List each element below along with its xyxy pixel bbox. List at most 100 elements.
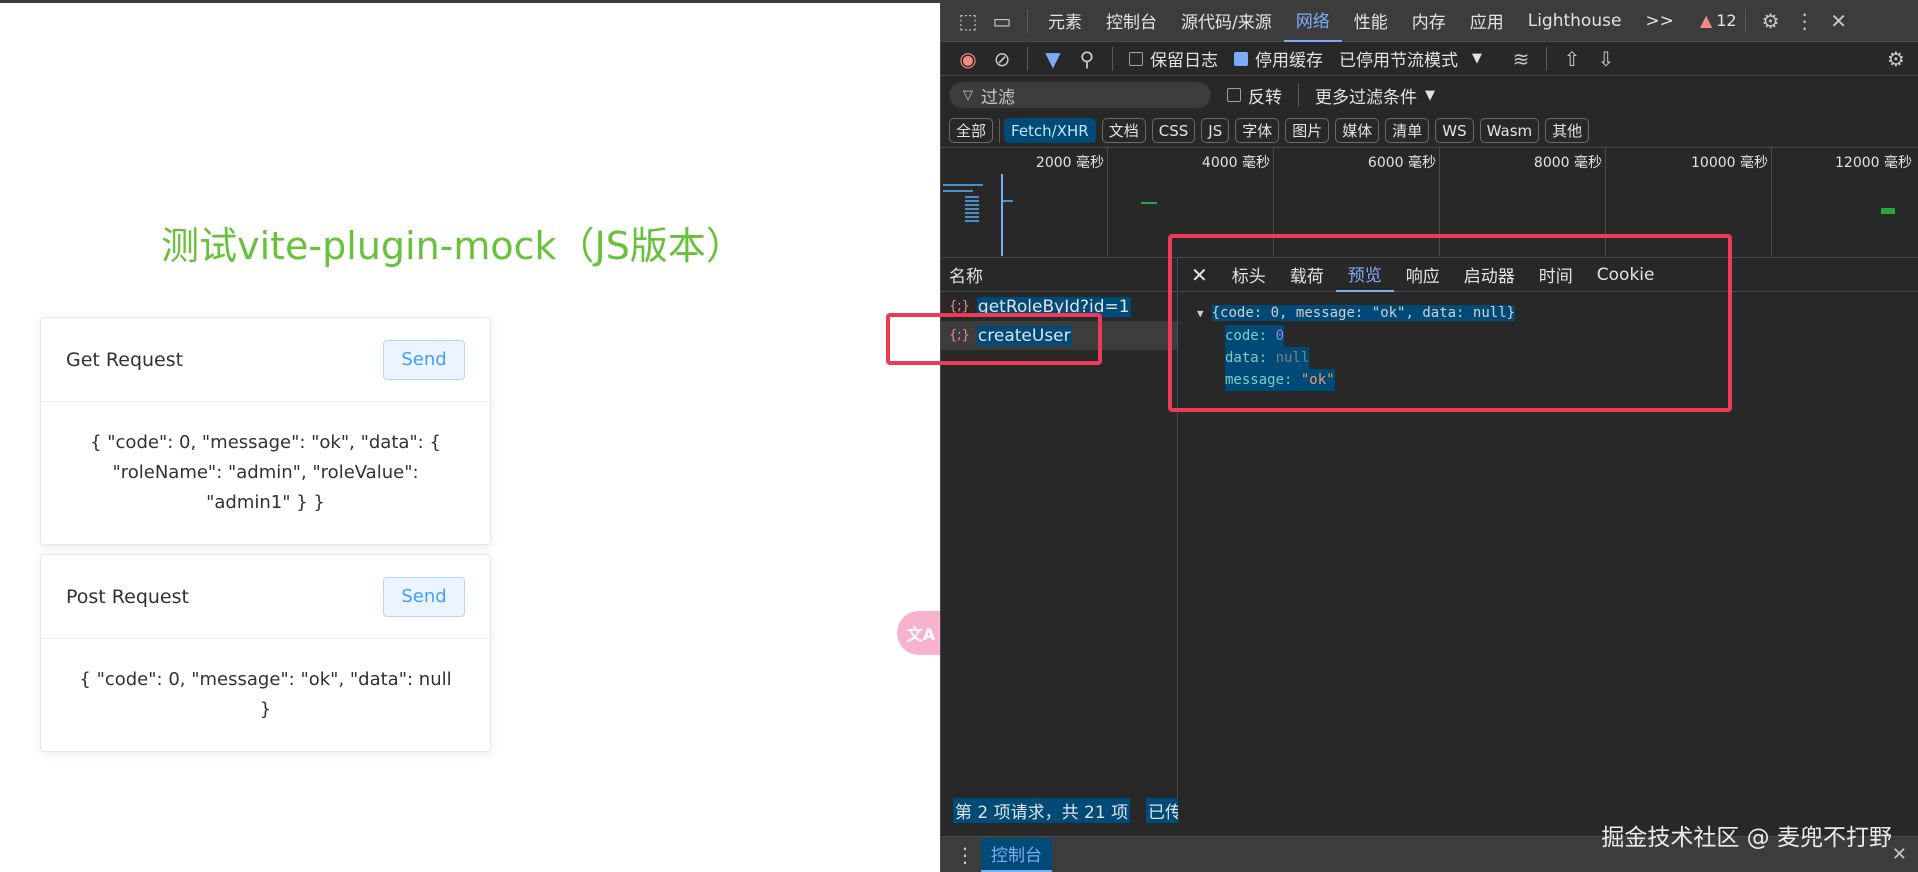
tab-memory[interactable]: 内存	[1400, 0, 1458, 42]
type-doc[interactable]: 文档	[1101, 118, 1146, 143]
annotation-box-request	[886, 313, 1102, 365]
get-send-button[interactable]: Send	[383, 339, 465, 380]
preserve-log-label: 保留日志	[1150, 51, 1218, 71]
tab-sources[interactable]: 源代码/来源	[1169, 0, 1284, 42]
more-filters-label: 更多过滤条件	[1315, 87, 1417, 108]
kebab-menu-icon[interactable]: ⋮	[1788, 9, 1822, 33]
clear-icon[interactable]: ⊘	[985, 47, 1019, 71]
chevron-down-icon: ▼	[1425, 87, 1435, 103]
settings-gear-icon[interactable]: ⚙	[1754, 9, 1788, 33]
more-filters-dropdown[interactable]: 更多过滤条件 ▼	[1315, 83, 1435, 108]
translate-icon[interactable]: 文A	[897, 611, 945, 655]
type-fetch-xhr[interactable]: Fetch/XHR	[1004, 118, 1096, 143]
timeline-bar	[943, 190, 973, 192]
type-ws[interactable]: WS	[1435, 118, 1474, 143]
warnings-badge[interactable]: ▲ 12	[1700, 11, 1737, 30]
get-request-card: Get Request Send { "code": 0, "message":…	[40, 317, 491, 545]
tab-performance[interactable]: 性能	[1342, 0, 1400, 42]
type-media[interactable]: 媒体	[1335, 118, 1380, 143]
warning-count: 12	[1716, 11, 1737, 30]
invert-checkbox[interactable]: 反转	[1227, 83, 1282, 108]
tick-label: 2000 毫秒	[1035, 155, 1104, 171]
post-send-button[interactable]: Send	[383, 576, 465, 617]
tick-label: 12000 毫秒	[1835, 155, 1912, 171]
devtools-tabbar: ⬚ ▭ 元素 控制台 源代码/来源 网络 性能 内存 应用 Lighthouse…	[941, 0, 1918, 42]
filter-funnel-icon[interactable]: ▼	[1036, 47, 1070, 71]
drawer-tab-console[interactable]: 控制台	[981, 837, 1052, 872]
filter-row: ▽ 过滤 反转 更多过滤条件 ▼	[941, 76, 1918, 114]
network-toolbar: ◉ ⊘ ▼ ⚲ 保留日志 停用缓存 已停用节流模式 ▼ ≋ ⇧ ⇩ ⚙	[941, 42, 1918, 76]
filter-funnel-icon: ▽	[963, 87, 973, 103]
xhr-icon: {;}	[949, 299, 970, 314]
tab-application[interactable]: 应用	[1458, 0, 1516, 42]
get-card-title: Get Request	[66, 348, 184, 371]
export-har-icon[interactable]: ⇩	[1589, 47, 1623, 71]
annotation-box-preview	[1168, 234, 1732, 412]
get-card-header: Get Request Send	[41, 318, 490, 402]
tick-label: 8000 毫秒	[1533, 155, 1602, 171]
inspect-element-icon[interactable]: ⬚	[951, 9, 985, 33]
import-har-icon[interactable]: ⇧	[1555, 47, 1589, 71]
web-page: 测试vite-plugin-mock（JS版本） Get Request Sen…	[0, 0, 945, 872]
checkbox-box	[1234, 51, 1248, 66]
filter-placeholder: 过滤	[981, 87, 1015, 108]
chevron-down-icon: ▼	[1472, 51, 1482, 66]
tab-network[interactable]: 网络	[1283, 0, 1342, 42]
disable-cache-checkbox[interactable]: 停用缓存	[1234, 46, 1323, 71]
checkbox-box	[1227, 88, 1241, 102]
timeline-bar	[965, 196, 979, 222]
divider	[1744, 8, 1746, 33]
invert-label: 反转	[1248, 87, 1282, 108]
type-js[interactable]: JS	[1201, 118, 1230, 143]
more-tabs-button[interactable]: >>	[1633, 0, 1686, 42]
tab-console[interactable]: 控制台	[1094, 0, 1169, 42]
disable-cache-label: 停用缓存	[1255, 51, 1323, 71]
divider	[1298, 83, 1299, 107]
tab-elements[interactable]: 元素	[1036, 0, 1094, 42]
throttle-select[interactable]: 已停用节流模式 ▼	[1339, 46, 1482, 71]
resource-type-filters: 全部 Fetch/XHR 文档 CSS JS 字体 图片 媒体 清单 WS Wa…	[941, 114, 1918, 148]
preserve-log-checkbox[interactable]: 保留日志	[1129, 46, 1218, 71]
type-all[interactable]: 全部	[949, 118, 994, 143]
page-title: 测试vite-plugin-mock（JS版本）	[161, 224, 744, 268]
timeline-tick: 2000 毫秒	[1036, 148, 1108, 256]
timeline-tick: 10000 毫秒	[1691, 148, 1772, 256]
tab-lighthouse[interactable]: Lighthouse	[1516, 0, 1634, 42]
tick-label: 6000 毫秒	[1367, 155, 1436, 171]
timeline-bar	[1881, 208, 1895, 214]
type-css[interactable]: CSS	[1151, 118, 1196, 143]
post-card-title: Post Request	[66, 585, 189, 608]
tick-label: 10000 毫秒	[1691, 155, 1768, 171]
devtools-panel: ⬚ ▭ 元素 控制台 源代码/来源 网络 性能 内存 应用 Lighthouse…	[940, 0, 1918, 872]
type-img[interactable]: 图片	[1285, 118, 1330, 143]
post-result: { "code": 0, "message": "ok", "data": nu…	[79, 669, 452, 720]
search-icon[interactable]: ⚲	[1070, 47, 1104, 71]
type-font[interactable]: 字体	[1235, 118, 1280, 143]
close-devtools-icon[interactable]: ✕	[1822, 9, 1856, 33]
network-settings-gear-icon[interactable]: ⚙	[1879, 47, 1913, 71]
record-stop-icon[interactable]: ◉	[951, 47, 985, 71]
type-manifest[interactable]: 清单	[1385, 118, 1430, 143]
status-request-count: 第 2 项请求，共 21 项	[953, 798, 1131, 823]
throttle-label: 已停用节流模式	[1339, 51, 1458, 71]
device-toolbar-icon[interactable]: ▭	[985, 9, 1019, 33]
close-drawer-icon[interactable]: ✕	[1892, 844, 1907, 865]
watermark: 掘金技术社区 @ 麦兜不打野	[1601, 825, 1892, 851]
timeline-marker	[1001, 174, 1003, 256]
name-column-header[interactable]: 名称	[941, 258, 1177, 292]
network-conditions-icon[interactable]: ≋	[1504, 47, 1538, 71]
post-request-card: Post Request Send { "code": 0, "message"…	[40, 554, 491, 752]
warning-icon: ▲	[1699, 11, 1713, 30]
divider	[1027, 46, 1028, 71]
type-other[interactable]: 其他	[1545, 118, 1590, 143]
status-transferred: 已传	[1146, 798, 1178, 823]
filter-input[interactable]: ▽ 过滤	[949, 82, 1211, 108]
post-card-header: Post Request Send	[41, 555, 490, 639]
type-wasm[interactable]: Wasm	[1479, 118, 1540, 143]
drawer-menu-icon[interactable]: ⋮	[955, 843, 975, 867]
divider	[999, 118, 1001, 143]
timeline-bar	[1141, 202, 1157, 204]
divider	[1027, 8, 1028, 33]
tick-label: 4000 毫秒	[1201, 155, 1270, 171]
divider	[1546, 46, 1547, 71]
